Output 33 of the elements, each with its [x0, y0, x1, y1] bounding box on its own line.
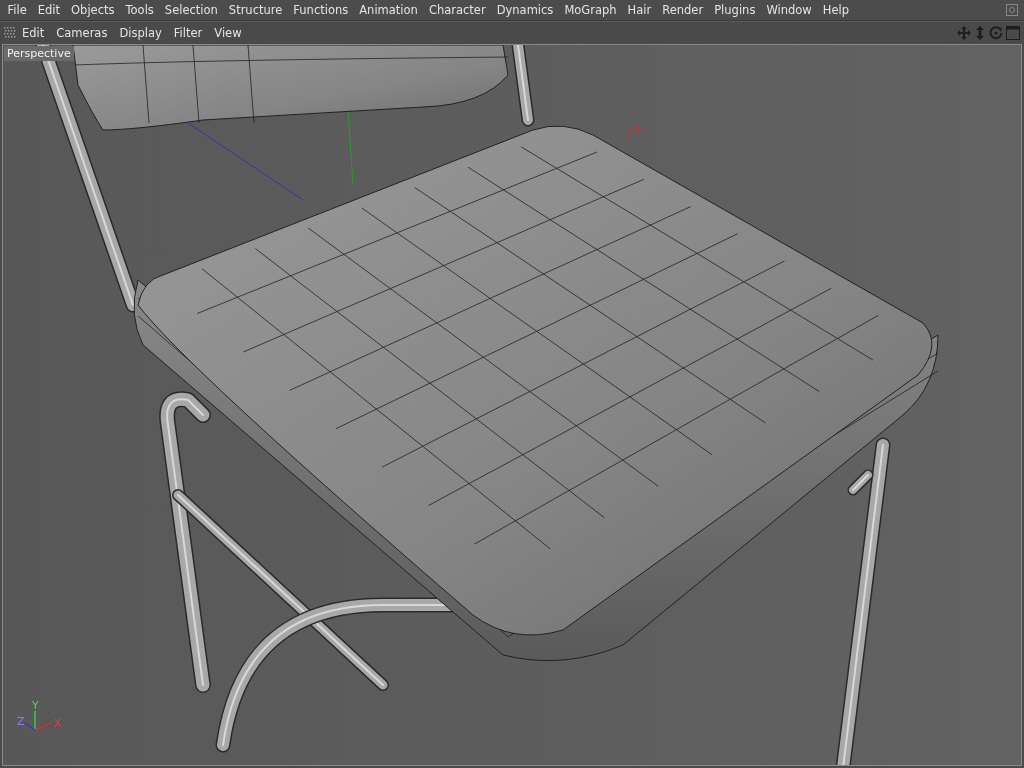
menu-item[interactable]: Edit [32, 3, 66, 17]
menu-item[interactable]: Tools [120, 3, 160, 17]
menu-item[interactable]: File [2, 3, 33, 17]
menu-item[interactable]: Filter [167, 25, 209, 40]
x-axis-label: X [54, 717, 62, 730]
menu-item[interactable]: MoGraph [558, 3, 623, 17]
menu-item[interactable]: Functions [287, 3, 354, 17]
menu-item[interactable]: Window [760, 3, 818, 17]
menu-item[interactable]: Structure [223, 3, 288, 17]
menu-item[interactable]: Display [113, 25, 168, 40]
grip-icon[interactable] [4, 26, 16, 39]
menu-item[interactable]: Dynamics [491, 3, 559, 17]
viewport-label: Perspective [4, 46, 74, 61]
maximize-icon[interactable] [1006, 25, 1020, 40]
menu-item[interactable]: Selection [159, 3, 224, 17]
menu-item[interactable]: Cameras [50, 25, 114, 40]
menu-item[interactable]: Animation [353, 3, 424, 17]
z-axis-label: Z [17, 715, 25, 728]
menu-item[interactable]: Render [656, 3, 709, 17]
y-axis-label: Y [32, 699, 39, 712]
rotate-icon[interactable] [989, 25, 1003, 40]
menu-item[interactable]: Edit [16, 25, 51, 40]
menu-item[interactable]: Objects [65, 3, 120, 17]
dolly-icon[interactable] [974, 25, 986, 40]
menu-item[interactable]: View [208, 25, 248, 40]
menu-item[interactable]: Plugins [708, 3, 761, 17]
menu-item[interactable]: Character [423, 3, 492, 17]
pivot-marker-icon [624, 122, 646, 139]
menu-item[interactable]: Help [817, 3, 855, 17]
move-icon[interactable] [957, 25, 971, 40]
window-icon[interactable] [1006, 4, 1018, 16]
menu-item[interactable]: Hair [622, 3, 657, 17]
axis-gizmo-icon [24, 710, 52, 731]
